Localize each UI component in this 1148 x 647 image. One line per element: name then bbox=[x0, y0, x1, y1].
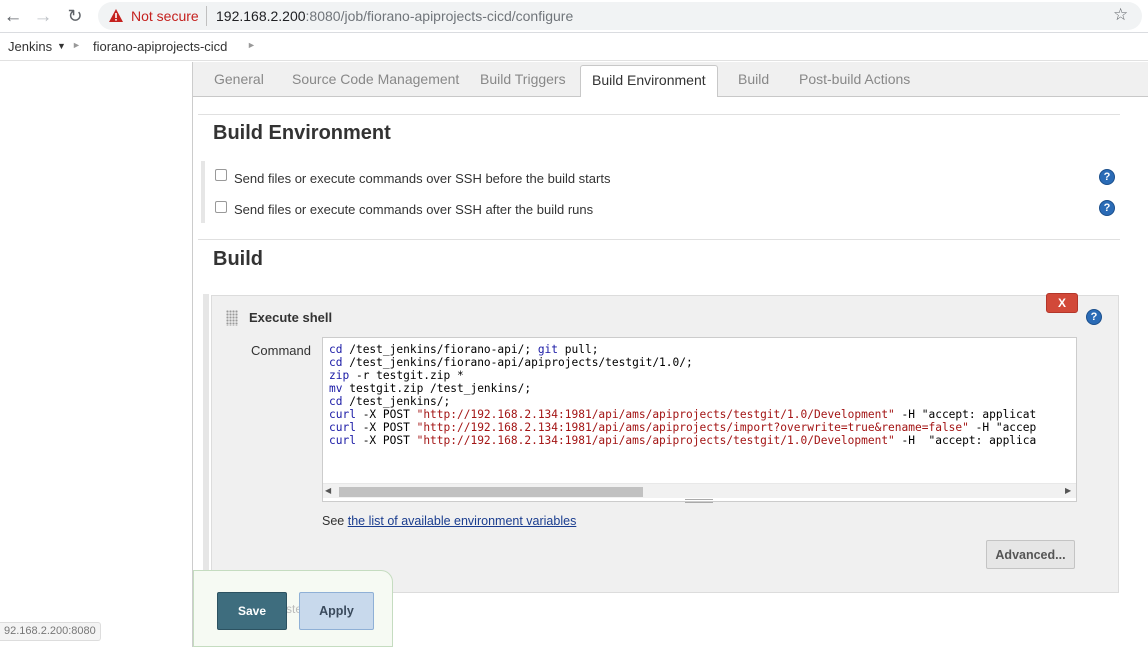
url-host: 192.168.2.200 bbox=[216, 8, 306, 24]
scroll-left-arrow-icon[interactable]: ◀ bbox=[325, 486, 331, 495]
bottom-sticky-bar: ste Save Apply bbox=[193, 570, 393, 647]
address-bar[interactable]: Not secure 192.168.2.200:8080/job/fioran… bbox=[98, 2, 1142, 30]
command-label: Command bbox=[251, 343, 311, 358]
scroll-right-arrow-icon[interactable]: ▶ bbox=[1065, 486, 1071, 495]
execute-shell-step: Execute shell X Command cd /test_jenkins… bbox=[211, 293, 1119, 593]
warning-icon bbox=[108, 8, 124, 28]
tab-build[interactable]: Build bbox=[738, 71, 769, 87]
tab-general[interactable]: General bbox=[214, 71, 264, 87]
command-line: curl -X POST "http://192.168.2.134:1981/… bbox=[329, 434, 1037, 447]
command-line: zip -r testgit.zip * bbox=[329, 369, 464, 382]
breadcrumb-jenkins[interactable]: Jenkins bbox=[8, 39, 52, 54]
advanced-button[interactable]: Advanced... bbox=[986, 540, 1075, 569]
reload-icon[interactable]: ↻ bbox=[63, 4, 87, 28]
command-line: cd /test_jenkins/fiorano-api/apiprojects… bbox=[329, 356, 693, 369]
ssh-before-checkbox[interactable] bbox=[215, 169, 227, 181]
forward-arrow-icon[interactable]: → bbox=[31, 4, 55, 28]
save-button[interactable]: Save bbox=[217, 592, 287, 630]
step-title: Execute shell bbox=[249, 310, 333, 325]
breadcrumb-separator-icon: ► bbox=[72, 40, 81, 50]
breadcrumb: Jenkins ▼ ► fiorano-apiprojects-cicd ► bbox=[0, 33, 1148, 61]
config-form: Build Environment Send files or execute … bbox=[193, 97, 1148, 647]
url-separator bbox=[206, 6, 207, 26]
config-tab-bar: General Source Code Management Build Tri… bbox=[193, 62, 1148, 98]
tab-build-triggers[interactable]: Build Triggers bbox=[480, 71, 566, 87]
breadcrumb-separator-icon: ► bbox=[247, 40, 256, 50]
env-vars-hint: See the list of available environment va… bbox=[322, 514, 576, 528]
help-icon[interactable]: ? bbox=[1099, 169, 1115, 185]
command-line: curl -X POST "http://192.168.2.134:1981/… bbox=[329, 408, 1037, 421]
tab-source-code-management[interactable]: Source Code Management bbox=[292, 71, 459, 87]
help-icon[interactable]: ? bbox=[1099, 200, 1115, 216]
not-secure-label: Not secure bbox=[131, 8, 199, 24]
command-line: curl -X POST "http://192.168.2.134:1981/… bbox=[329, 421, 1037, 434]
build-environment-heading: Build Environment bbox=[213, 122, 391, 144]
bookmark-star-icon[interactable]: ☆ bbox=[1113, 5, 1128, 25]
browser-toolbar: ← → ↻ Not secure 192.168.2.200:8080/job/… bbox=[0, 0, 1148, 33]
ssh-after-label[interactable]: Send files or execute commands over SSH … bbox=[234, 202, 593, 217]
command-line: cd /test_jenkins/fiorano-api/; git pull; bbox=[329, 343, 599, 356]
caret-down-icon[interactable]: ▼ bbox=[57, 41, 66, 51]
breadcrumb-job[interactable]: fiorano-apiprojects-cicd bbox=[93, 39, 227, 54]
ssh-before-label[interactable]: Send files or execute commands over SSH … bbox=[234, 171, 610, 186]
command-line: cd /test_jenkins/; bbox=[329, 395, 451, 408]
env-vars-link[interactable]: the list of available environment variab… bbox=[348, 514, 577, 528]
build-heading: Build bbox=[213, 248, 263, 270]
tab-post-build-actions[interactable]: Post-build Actions bbox=[799, 71, 910, 87]
command-textarea[interactable]: cd /test_jenkins/fiorano-api/; git pull;… bbox=[322, 337, 1077, 503]
status-url: 92.168.2.200:8080 bbox=[0, 622, 101, 641]
url-path: :8080/job/fiorano-apiprojects-cicd/confi… bbox=[305, 8, 574, 24]
horizontal-scrollbar[interactable]: ◀ ▶ bbox=[323, 483, 1076, 498]
ssh-after-checkbox[interactable] bbox=[215, 201, 227, 213]
help-icon[interactable]: ? bbox=[1086, 309, 1102, 325]
section-divider bbox=[198, 239, 1120, 240]
see-prefix: See bbox=[322, 514, 348, 528]
back-arrow-icon[interactable]: ← bbox=[1, 4, 25, 28]
side-panel bbox=[0, 62, 193, 647]
delete-step-button[interactable]: X bbox=[1046, 293, 1078, 313]
command-code[interactable]: cd /test_jenkins/fiorano-api/; git pull;… bbox=[329, 343, 1074, 458]
tab-build-environment[interactable]: Build Environment bbox=[580, 65, 718, 98]
build-step-indent bbox=[203, 294, 209, 594]
resize-grip-icon[interactable] bbox=[685, 499, 713, 503]
option-group-indent bbox=[201, 161, 205, 223]
command-line: mv testgit.zip /test_jenkins/; bbox=[329, 382, 532, 395]
apply-button[interactable]: Apply bbox=[299, 592, 374, 630]
url-text[interactable]: 192.168.2.200:8080/job/fiorano-apiprojec… bbox=[216, 8, 573, 24]
scrollbar-thumb[interactable] bbox=[339, 487, 643, 497]
section-divider bbox=[198, 114, 1120, 115]
drag-handle-icon[interactable] bbox=[226, 310, 238, 326]
